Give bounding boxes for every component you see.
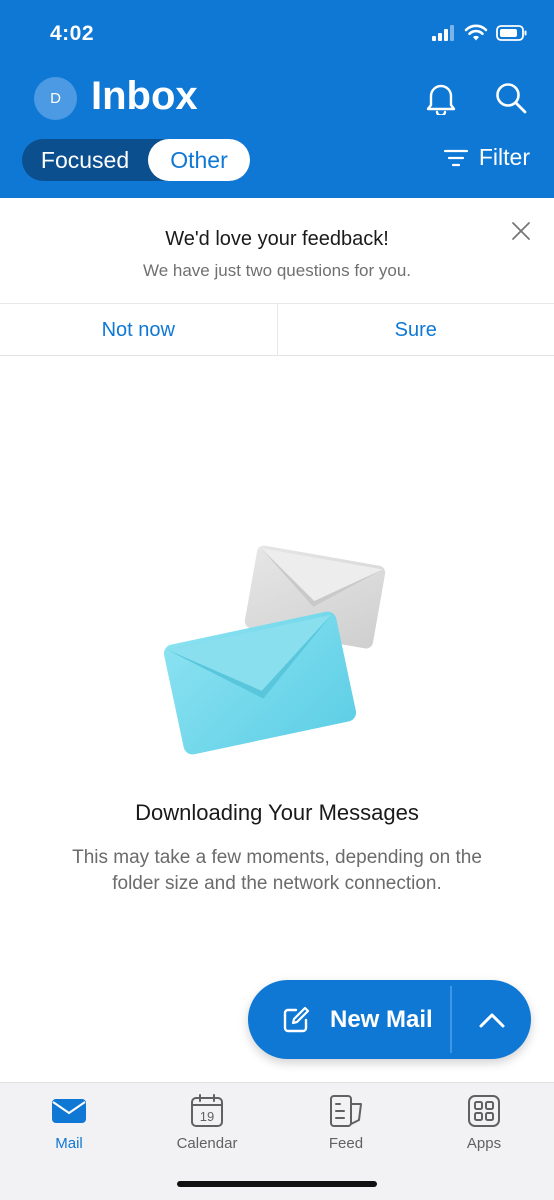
sure-button[interactable]: Sure [276, 304, 554, 356]
nav-label-apps: Apps [466, 1135, 502, 1152]
cellular-signal-icon [432, 25, 454, 41]
chevron-up-icon [479, 1013, 504, 1027]
feedback-actions: Not now Sure [0, 303, 554, 356]
nav-label-feed: Feed [328, 1135, 364, 1152]
envelopes-illustration [163, 545, 386, 755]
fab-expand-button[interactable] [452, 980, 531, 1059]
bell-icon [426, 84, 456, 115]
empty-state-subtitle: This may take a few moments, depending o… [72, 847, 482, 894]
new-mail-label: New Mail [330, 1005, 433, 1033]
inbox-tab-toggle: Focused Other [22, 139, 250, 181]
battery-icon [496, 25, 527, 41]
nav-item-feed[interactable]: Feed [291, 1093, 401, 1163]
feedback-banner: We'd love your feedback! We have just tw… [0, 198, 554, 356]
calendar-icon: 19 [191, 1094, 223, 1127]
wifi-icon [464, 24, 488, 41]
status-time: 4:02 [50, 22, 95, 45]
nav-item-calendar[interactable]: 19 Calendar [152, 1093, 262, 1163]
page-title: Inbox [91, 74, 198, 118]
empty-state-title: Downloading Your Messages [135, 800, 419, 825]
filter-label: Filter [478, 144, 530, 170]
app-header: 4:02 D Inbox Focused Other Filter [0, 0, 554, 198]
new-mail-button[interactable]: New Mail [248, 980, 450, 1059]
apps-icon [468, 1095, 500, 1127]
nav-label-calendar: Calendar [176, 1135, 238, 1152]
feedback-title: We'd love your feedback! [165, 228, 389, 250]
feedback-subtitle: We have just two questions for you. [142, 261, 412, 280]
nav-label-mail: Mail [55, 1135, 83, 1152]
mail-icon [52, 1099, 86, 1123]
front-envelope [163, 611, 357, 755]
close-icon[interactable] [510, 220, 532, 242]
compose-icon [283, 1006, 310, 1032]
search-icon [496, 83, 527, 114]
status-icons [432, 24, 528, 42]
nav-item-mail[interactable]: Mail [14, 1093, 124, 1163]
home-indicator[interactable] [177, 1181, 377, 1187]
calendar-day: 19 [200, 1109, 214, 1124]
filter-icon [443, 149, 468, 166]
filter-button[interactable]: Filter [443, 144, 530, 171]
new-mail-fab: New Mail [248, 980, 531, 1059]
search-button[interactable] [491, 78, 531, 118]
notifications-button[interactable] [421, 78, 461, 118]
feed-icon [330, 1095, 362, 1127]
tab-other[interactable]: Other [148, 139, 250, 181]
not-now-button[interactable]: Not now [0, 304, 277, 356]
tab-focused[interactable]: Focused [22, 139, 148, 181]
nav-item-apps[interactable]: Apps [429, 1093, 539, 1163]
account-avatar[interactable]: D [34, 77, 77, 120]
